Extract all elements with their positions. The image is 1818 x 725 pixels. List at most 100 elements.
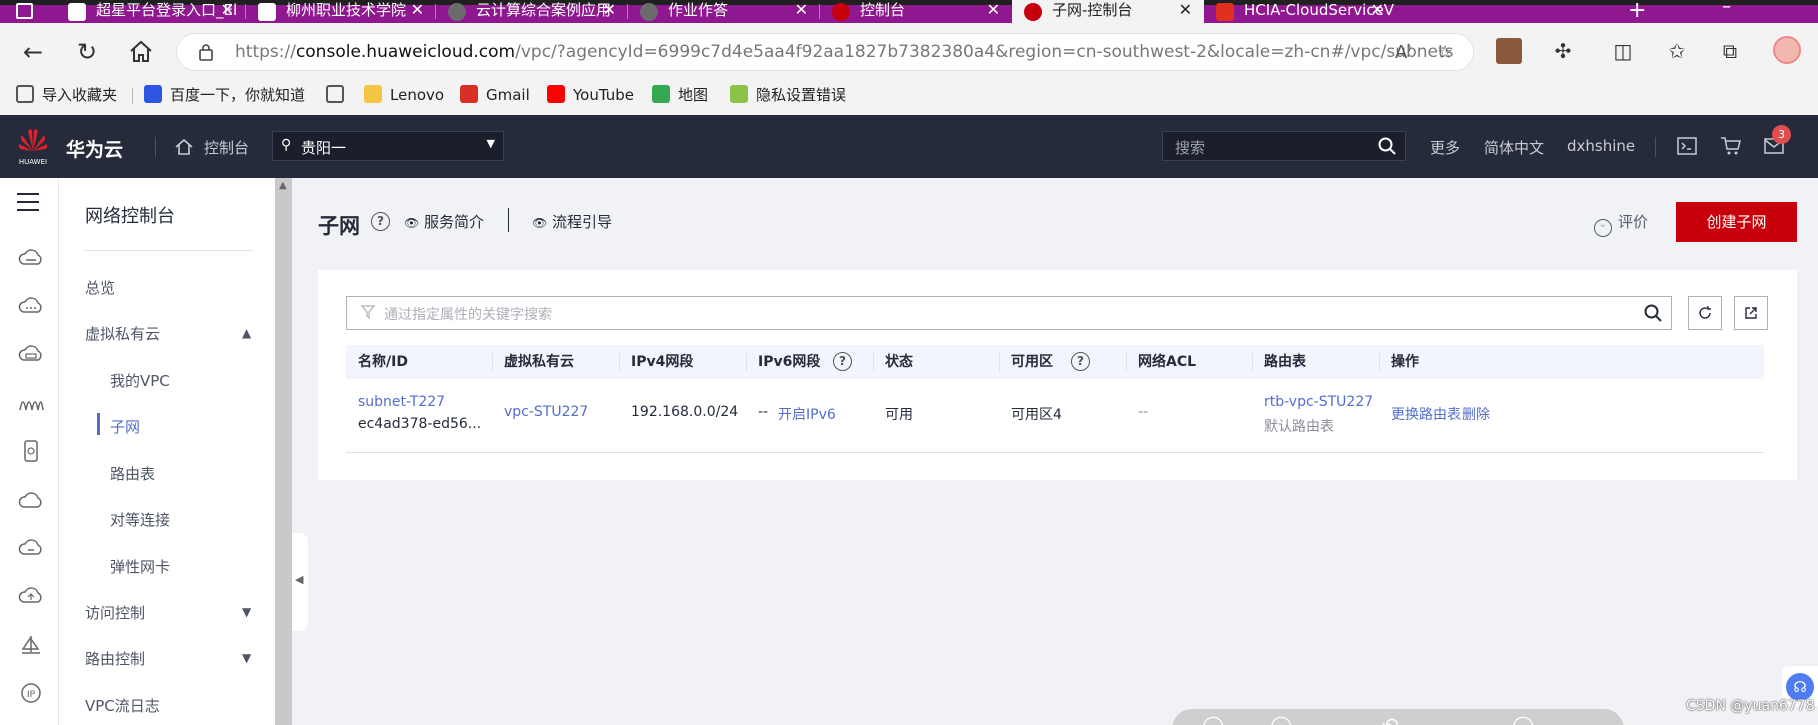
- tab-overview-icon[interactable]: [16, 3, 33, 19]
- address-bar[interactable]: https://console.huaweicloud.com/vpc/?age…: [176, 33, 1474, 71]
- browser-tab[interactable]: 超星平台登录入口_El ✕: [56, 0, 246, 23]
- cloud-server-icon[interactable]: [18, 248, 44, 270]
- cloud-disk-icon[interactable]: [18, 344, 44, 366]
- username-menu[interactable]: dxhshine: [1567, 137, 1635, 155]
- region-selector[interactable]: ⚲ 贵阳一 ▼: [272, 131, 504, 161]
- caret-down-icon[interactable]: ▼: [242, 651, 251, 665]
- sailboat-icon[interactable]: [18, 634, 44, 656]
- home-icon[interactable]: [126, 37, 156, 67]
- toolbar-circle-icon[interactable]: ◯: [1270, 713, 1292, 725]
- storage-device-icon[interactable]: [18, 440, 44, 462]
- browser-tab-active[interactable]: 子网-控制台 ✕: [1012, 0, 1204, 23]
- browser-tab[interactable]: 柳州职业技术学院 ✕: [246, 0, 436, 23]
- extensions-icon[interactable]: ✣: [1550, 38, 1576, 64]
- tab-close-icon[interactable]: ✕: [221, 0, 234, 20]
- split-screen-icon[interactable]: ◫: [1610, 38, 1636, 64]
- cloud-upload-icon[interactable]: [18, 586, 44, 608]
- bookmark-gmail[interactable]: Gmail: [460, 82, 530, 108]
- browser-tab[interactable]: 作业作答 ✕: [628, 0, 820, 23]
- tab-close-icon[interactable]: ✕: [603, 0, 616, 20]
- process-guide-link[interactable]: 👁 流程引导: [532, 211, 612, 232]
- console-home-icon[interactable]: [174, 137, 194, 157]
- cloud-service-icon[interactable]: [18, 538, 44, 560]
- tab-close-icon[interactable]: ✕: [411, 0, 424, 20]
- read-aloud-icon[interactable]: A): [1395, 42, 1411, 63]
- tab-close-icon[interactable]: ✕: [795, 0, 808, 20]
- tab-close-icon[interactable]: ✕: [987, 0, 1000, 20]
- browser-tab[interactable]: 控制台 ✕: [820, 0, 1012, 23]
- vpc-link[interactable]: vpc-STU227: [504, 404, 588, 420]
- scroll-up-icon[interactable]: ▲: [279, 180, 287, 191]
- console-link[interactable]: 控制台: [204, 137, 249, 158]
- sidebar-item-elastic-nic[interactable]: 弹性网卡: [110, 556, 170, 577]
- delete-link[interactable]: 删除: [1462, 404, 1490, 424]
- create-subnet-button[interactable]: 创建子网: [1676, 202, 1797, 242]
- cloud-dots-icon[interactable]: [18, 296, 44, 318]
- sidebar-scrollbar[interactable]: ▲: [275, 178, 292, 725]
- sidebar-item-route-tables[interactable]: 路由表: [110, 463, 155, 484]
- export-button[interactable]: [1734, 296, 1768, 330]
- sidebar-item-subnets[interactable]: 子网: [110, 416, 140, 437]
- caret-down-icon[interactable]: ▼: [242, 605, 251, 619]
- profile-extension-icon[interactable]: [1496, 38, 1522, 64]
- sidebar-item-route-control[interactable]: 路由控制: [85, 648, 145, 669]
- language-switch[interactable]: 简体中文: [1484, 137, 1544, 158]
- lock-icon[interactable]: [199, 43, 213, 61]
- cloud-shell-icon[interactable]: [1677, 137, 1697, 155]
- service-intro-link[interactable]: 👁 服务简介: [404, 211, 484, 232]
- cart-icon[interactable]: [1720, 136, 1742, 156]
- header-search-input[interactable]: 搜索: [1162, 131, 1406, 161]
- search-icon[interactable]: [1377, 136, 1397, 156]
- toolbar-circle-icon[interactable]: ◯: [1202, 713, 1224, 725]
- change-route-table-link[interactable]: 更换路由表: [1391, 404, 1461, 424]
- bookmark-import[interactable]: 导入收藏夹: [16, 82, 117, 108]
- sidebar-item-access-control[interactable]: 访问控制: [85, 602, 145, 623]
- sidebar-item-flow-logs[interactable]: VPC流日志: [85, 695, 160, 716]
- tab-close-icon[interactable]: ✕: [1179, 0, 1192, 20]
- menu-icon[interactable]: [16, 192, 40, 212]
- sidebar-item-vpc-group[interactable]: 虚拟私有云: [85, 323, 160, 344]
- network-wave-icon[interactable]: [18, 392, 44, 414]
- browser-tab[interactable]: 云计算综合案例应用 ✕: [436, 0, 628, 23]
- sidebar-collapse-handle[interactable]: ◀: [292, 533, 308, 631]
- bookmark-privacy-error[interactable]: 隐私设置错误: [730, 82, 846, 108]
- bookmark-calendar[interactable]: [326, 82, 352, 108]
- ip-icon[interactable]: IP: [18, 682, 44, 704]
- floating-toolbar[interactable]: ◯ ◯ ↶ ◯: [1172, 709, 1624, 725]
- sidebar-item-overview[interactable]: 总览: [85, 277, 115, 298]
- undo-icon[interactable]: ↶: [1382, 713, 1399, 725]
- help-icon[interactable]: ?: [1071, 352, 1090, 371]
- bookmark-lenovo[interactable]: Lenovo: [364, 82, 444, 108]
- window-minimize-button[interactable]: –: [1722, 0, 1731, 17]
- bookmark-youtube[interactable]: YouTube: [547, 82, 634, 108]
- back-icon[interactable]: ←: [18, 37, 48, 67]
- route-table-link[interactable]: rtb-vpc-STU227: [1264, 394, 1373, 410]
- refresh-button[interactable]: [1688, 296, 1722, 330]
- help-icon[interactable]: ?: [371, 212, 390, 231]
- add-favorite-icon[interactable]: ☆: [1437, 42, 1453, 63]
- subnet-name-link[interactable]: subnet-T227: [358, 394, 445, 410]
- caret-up-icon[interactable]: ▲: [242, 326, 251, 340]
- cloud-outline-icon[interactable]: [18, 490, 44, 512]
- bookmark-maps[interactable]: 地图: [652, 82, 708, 108]
- collections-icon[interactable]: ⧉: [1717, 38, 1743, 64]
- search-icon[interactable]: [1643, 303, 1663, 323]
- toolbar-circle-icon[interactable]: ◯: [1512, 713, 1534, 725]
- rate-link[interactable]: ᵕ 评价: [1594, 211, 1648, 237]
- new-tab-button[interactable]: +: [1628, 0, 1646, 23]
- sidebar-item-my-vpc[interactable]: 我的VPC: [110, 370, 170, 391]
- sidebar-item-peering[interactable]: 对等连接: [110, 509, 170, 530]
- url-text[interactable]: https://console.huaweicloud.com/vpc/?age…: [235, 34, 1454, 71]
- browser-tab[interactable]: HCIA-CloudServiceV3 ✕: [1204, 0, 1396, 23]
- help-icon[interactable]: ?: [833, 352, 852, 371]
- huawei-logo-icon[interactable]: HUAWEI: [16, 125, 50, 167]
- brand-name[interactable]: 华为云: [66, 135, 123, 162]
- bookmark-baidu[interactable]: 百度一下，你就知道: [144, 82, 305, 108]
- enable-ipv6-link[interactable]: 开启IPv6: [778, 404, 836, 424]
- avatar[interactable]: [1773, 36, 1801, 64]
- more-menu[interactable]: 更多: [1430, 137, 1460, 158]
- favorites-icon[interactable]: ✩: [1664, 38, 1690, 64]
- reload-icon[interactable]: ↻: [72, 37, 102, 67]
- filter-search-input[interactable]: 通过指定属性的关键字搜索: [346, 296, 1672, 330]
- tab-close-icon[interactable]: ✕: [1371, 0, 1384, 20]
